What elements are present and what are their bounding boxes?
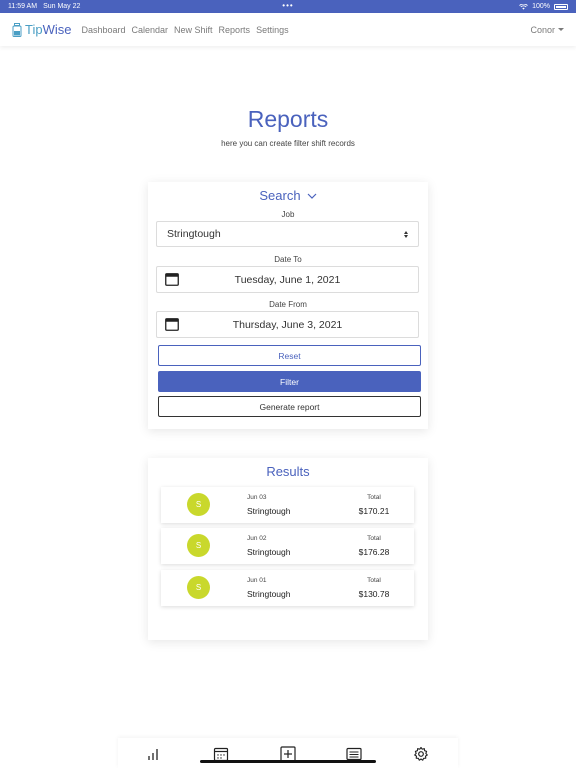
result-total-label: Total xyxy=(367,494,381,501)
search-heading: Search xyxy=(259,188,301,203)
avatar: S xyxy=(187,534,210,557)
result-total-label: Total xyxy=(367,577,381,584)
page-title: Reports xyxy=(247,106,329,132)
status-right: 100% xyxy=(519,3,568,10)
battery-icon xyxy=(554,3,568,10)
avatar: S xyxy=(187,576,210,599)
result-date: Jun 02 xyxy=(247,535,267,542)
brand[interactable]: TipWise xyxy=(12,22,71,37)
chevron-down-icon xyxy=(307,193,317,199)
battery-percent: 100% xyxy=(532,3,550,10)
generate-report-button[interactable]: Generate report xyxy=(158,396,421,417)
results-heading: Results xyxy=(266,464,310,479)
results-card: Results S Jun 03 Stringtough Total $170.… xyxy=(148,458,428,640)
nav-calendar[interactable]: Calendar xyxy=(132,25,169,35)
job-select-value: Stringtough xyxy=(167,228,221,240)
job-select[interactable]: Stringtough xyxy=(156,221,419,247)
result-item[interactable]: S Jun 01 Stringtough Total $130.78 xyxy=(161,570,414,606)
result-date: Jun 01 xyxy=(247,577,267,584)
date-from-label: Date From xyxy=(269,300,307,309)
brand-name: TipWise xyxy=(25,22,72,37)
status-bar: 11:59 AM Sun May 22 ••• 100% xyxy=(0,0,576,13)
user-menu[interactable]: Conor xyxy=(530,25,564,35)
jar-icon xyxy=(12,22,22,37)
nav-reports[interactable]: Reports xyxy=(219,25,251,35)
calendar-icon xyxy=(165,273,179,286)
result-date: Jun 03 xyxy=(247,494,267,501)
result-total: $170.21 xyxy=(358,506,390,516)
result-item[interactable]: S Jun 03 Stringtough Total $170.21 xyxy=(161,487,414,523)
page-subtitle: here you can create filter shift records xyxy=(221,139,355,148)
result-job: Stringtough xyxy=(247,547,291,557)
chevron-down-icon xyxy=(558,28,564,31)
filter-button[interactable]: Filter xyxy=(158,371,421,392)
result-item[interactable]: S Jun 02 Stringtough Total $176.28 xyxy=(161,528,414,564)
search-toggle[interactable]: Search xyxy=(148,188,428,203)
date-to-picker[interactable]: Tuesday, June 1, 2021 xyxy=(156,266,419,293)
home-indicator xyxy=(200,760,376,763)
user-name: Conor xyxy=(530,24,555,35)
top-navbar: TipWise Dashboard Calendar New Shift Rep… xyxy=(0,13,576,46)
date-to-value: Tuesday, June 1, 2021 xyxy=(234,273,341,286)
result-total: $176.28 xyxy=(358,547,390,557)
result-job: Stringtough xyxy=(247,506,291,516)
status-date: Sun May 22 xyxy=(43,3,81,10)
nav-settings[interactable]: Settings xyxy=(256,25,289,35)
bar-chart-icon[interactable] xyxy=(146,746,162,762)
job-label: Job xyxy=(281,210,295,219)
search-card: Search Job Stringtough Date To Tuesday, … xyxy=(148,182,428,429)
bottom-tab-bar xyxy=(118,738,458,768)
result-job: Stringtough xyxy=(247,589,291,599)
calendar-icon xyxy=(165,318,179,331)
date-from-picker[interactable]: Thursday, June 3, 2021 xyxy=(156,311,419,338)
result-total: $130.78 xyxy=(358,589,390,599)
gear-icon[interactable] xyxy=(413,746,429,762)
result-total-label: Total xyxy=(367,535,381,542)
status-center-dots: ••• xyxy=(282,1,294,10)
date-to-label: Date To xyxy=(274,255,302,264)
status-time: 11:59 AM xyxy=(8,3,38,10)
avatar: S xyxy=(187,493,210,516)
wifi-icon xyxy=(519,3,528,10)
nav-dashboard[interactable]: Dashboard xyxy=(81,25,125,35)
nav-new-shift[interactable]: New Shift xyxy=(174,25,213,35)
select-arrows-icon xyxy=(404,230,408,238)
date-from-value: Thursday, June 3, 2021 xyxy=(232,318,343,331)
reset-button[interactable]: Reset xyxy=(158,345,421,366)
